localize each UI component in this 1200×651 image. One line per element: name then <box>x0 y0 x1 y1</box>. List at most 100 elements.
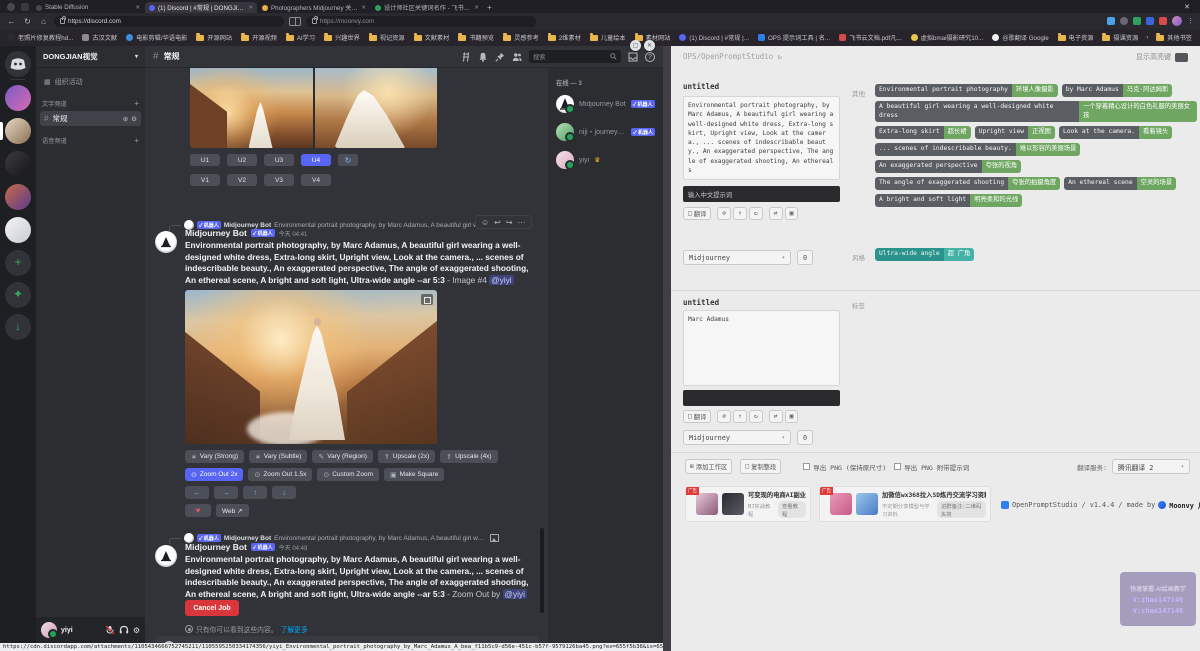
highlight-toggle[interactable]: 显示高亮键 <box>1136 52 1188 62</box>
back-button[interactable]: ← <box>6 17 17 26</box>
bookmark-item[interactable]: (1) Discord | #常规 |... <box>679 33 749 42</box>
notifications-bell-icon[interactable] <box>478 52 488 62</box>
bookmark-item[interactable]: 电影剪辑/华语电影 <box>126 33 187 42</box>
move-up-button[interactable]: ↑ <box>733 207 747 220</box>
prompt-tag[interactable]: A bright and soft light明亮柔和的光线 <box>875 194 1022 207</box>
prompt-title[interactable]: untitled <box>683 82 719 91</box>
chinese-input[interactable] <box>683 390 840 406</box>
ad-pill[interactable]: 查看教程 <box>778 501 806 518</box>
prompt-title[interactable]: untitled <box>683 298 719 307</box>
save-button[interactable]: ▣ <box>785 207 799 220</box>
pan-right-button[interactable]: → <box>214 486 238 499</box>
prompt-tag[interactable]: An ethereal scene空灵的场景 <box>1064 177 1176 190</box>
bot-avatar[interactable] <box>155 231 177 253</box>
tab-close-icon[interactable]: ✕ <box>135 5 140 11</box>
refresh-button[interactable]: ↻ <box>749 207 763 220</box>
tab-close-icon[interactable]: ✕ <box>361 5 366 11</box>
u2-button[interactable]: U2 <box>227 154 257 166</box>
vary-subtle-button[interactable]: ∗Vary (Subtle) <box>249 450 307 463</box>
reply-icon[interactable]: ↩ <box>494 218 501 227</box>
prompt-tag[interactable]: An exaggerated perspective夸张的视角 <box>875 160 1021 173</box>
prompt-textarea[interactable]: Environmental portrait photography, by M… <box>683 96 840 180</box>
expand-image-icon[interactable] <box>421 294 433 305</box>
moonvy-brand-link[interactable]: Moonvy 月维 <box>1169 500 1200 510</box>
settings-gear-icon[interactable]: ⚙ <box>133 626 140 635</box>
user-avatar[interactable] <box>41 622 57 638</box>
midjourney-result-image[interactable] <box>185 290 437 444</box>
more-icon[interactable]: ··· <box>518 218 526 227</box>
member-row-yiyi[interactable]: yiyi ♛ <box>552 149 659 171</box>
explore-servers-button[interactable]: ✦ <box>5 282 31 308</box>
tab-feishu-doc[interactable]: 设计师社区关键词名作 - 飞书云文档 ✕ <box>371 2 483 13</box>
tab-midjourney-keywords[interactable]: Photographers Midjourney 关键词 ✕ <box>258 2 370 13</box>
browser-workspace-icon[interactable] <box>21 3 29 11</box>
parameter-tag[interactable]: Ultra-wide angle超 广角 <box>875 248 974 261</box>
swap-button[interactable]: ⇄ <box>769 410 783 423</box>
add-reaction-icon[interactable]: ☺ <box>481 218 489 227</box>
upscale-2x-button[interactable]: ⇑Upscale (2x) <box>378 450 435 463</box>
translate-button[interactable]: □翻译 <box>683 207 711 220</box>
learn-more-link[interactable]: 了解更多 <box>281 624 308 634</box>
bookmark-item[interactable]: 儿童绘本 <box>590 33 626 42</box>
pan-left-button[interactable]: ← <box>185 486 209 499</box>
upscale-4x-button[interactable]: ⇑Upscale (4x) <box>440 450 497 463</box>
bookmark-item[interactable]: 电子资源 <box>1058 33 1094 42</box>
author-name[interactable]: Midjourney Bot <box>185 542 247 552</box>
u4-button[interactable]: U4 <box>301 154 331 166</box>
pan-down-button[interactable]: ↓ <box>272 486 296 499</box>
midjourney-grid-image[interactable] <box>190 68 437 148</box>
vary-region-button[interactable]: ✎Vary (Region) <box>312 450 373 463</box>
v2-button[interactable]: V2 <box>227 174 257 186</box>
web-button[interactable]: Web ↗ <box>216 504 249 517</box>
chinese-input[interactable]: 输入中文提示词 <box>683 186 840 202</box>
tab-close-icon[interactable]: ✕ <box>248 5 253 11</box>
vary-strong-button[interactable]: ∗Vary (Strong) <box>185 450 244 463</box>
search-input[interactable]: 搜索 <box>529 50 621 63</box>
add-channel-icon[interactable]: + <box>134 136 139 145</box>
translate-button[interactable]: □翻译 <box>683 410 711 423</box>
server-icon[interactable] <box>5 217 31 243</box>
grid-cell-image[interactable] <box>190 68 313 148</box>
inbox-icon[interactable] <box>628 52 638 62</box>
forward-icon[interactable]: ↪ <box>506 218 513 227</box>
address-bar-moonvy[interactable]: https://moonvy.com <box>306 16 536 27</box>
export-png-meta-checkbox[interactable]: 导出 PNG 附带提示词 <box>894 462 969 472</box>
u3-button[interactable]: U3 <box>264 154 294 166</box>
custom-zoom-button[interactable]: ⊙Custom Zoom <box>317 468 379 481</box>
extension-icon[interactable] <box>1133 17 1141 25</box>
address-bar-discord[interactable]: https://discord.com <box>54 16 284 27</box>
swap-button[interactable]: ⇄ <box>769 207 783 220</box>
browser-profile-icon[interactable] <box>7 3 15 11</box>
bookmark-item[interactable]: 开源网站 <box>196 33 232 42</box>
tab-discord[interactable]: (1) Discord | #常规 | DONGJIAN视觉 ✕ <box>145 2 257 13</box>
bookmark-item[interactable]: 虚拟bmai摄影研究10... <box>911 33 984 42</box>
member-list-icon[interactable] <box>512 52 522 62</box>
counter-button[interactable]: 0 <box>797 430 813 445</box>
home-button[interactable]: ⌂ <box>38 17 49 26</box>
bookmark-item[interactable]: 古汉文献 <box>82 33 117 42</box>
prompt-tag[interactable]: ... scenes of indescribable beauty.难以形容的… <box>875 143 1080 156</box>
chat-scrollbar[interactable] <box>540 73 544 643</box>
prompt-tag[interactable]: Upright view正视图 <box>975 126 1055 139</box>
member-row-midjourney-bot[interactable]: Midjourney Bot ✓ 机器人 <box>552 93 659 115</box>
author-name[interactable]: Midjourney Bot <box>185 228 247 238</box>
browser-avatar[interactable] <box>1172 16 1182 26</box>
invite-icon[interactable]: ⊕ <box>123 115 128 123</box>
copy-all-button[interactable]: □复制整段 <box>740 459 781 474</box>
bookmark-item[interactable]: 飞书云文档.pdf凡... <box>839 33 902 42</box>
v3-button[interactable]: V3 <box>264 174 294 186</box>
scrollbar-thumb[interactable] <box>540 528 544 613</box>
prompt-tag[interactable]: Look at the camera.看着镜头 <box>1059 126 1172 139</box>
extension-icon[interactable] <box>1107 17 1115 25</box>
tab-stable-diffusion[interactable]: Stable Diffusion ✕ <box>32 2 144 13</box>
service-select[interactable]: 腾讯翻译 2 ▾ <box>1112 459 1190 474</box>
section-voice-channels[interactable]: 语音频道 + <box>42 136 139 145</box>
bookmark-item[interactable]: 摄课资源 <box>1102 33 1138 42</box>
clear-button[interactable]: ⊘ <box>717 207 731 220</box>
model-select[interactable]: Midjourney ▾ <box>683 250 791 265</box>
bookmark-other[interactable]: 其他书签 <box>1156 33 1192 42</box>
refresh-icon[interactable]: ↻ <box>777 52 782 61</box>
bookmark-item[interactable]: OPS 提示词工具 | 名... <box>758 33 830 42</box>
mention-yiyi[interactable]: @yiyi <box>503 589 527 599</box>
pan-up-button[interactable]: ↑ <box>243 486 267 499</box>
